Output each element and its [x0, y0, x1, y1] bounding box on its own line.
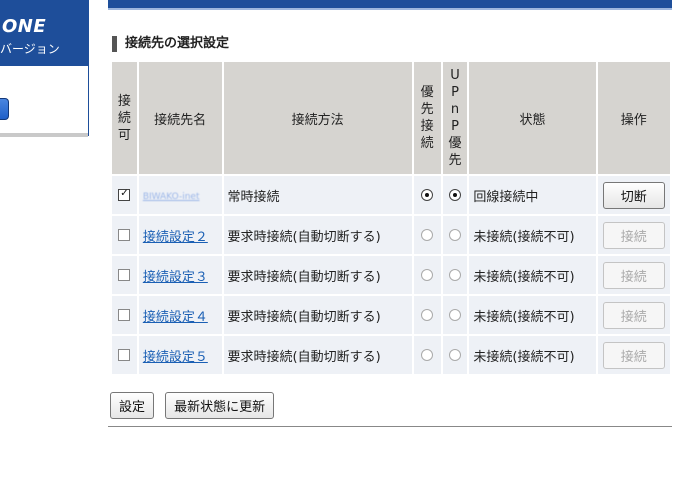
connection-name-link[interactable]: 接続設定５	[143, 350, 208, 365]
cell-status: 未接続(接続不可)	[469, 256, 596, 294]
cell-enable	[112, 336, 137, 374]
cell-priority	[413, 176, 441, 214]
cell-priority	[413, 216, 441, 254]
sidebar-divider	[0, 133, 88, 137]
cell-upnp	[442, 336, 468, 374]
col-upnp: UPnP優先	[442, 62, 468, 174]
upnp-radio[interactable]	[449, 269, 462, 281]
table-row: 接続設定５ 要求時接続(自動切断する) 未接続(接続不可) 接続	[112, 336, 670, 374]
priority-radio[interactable]	[421, 189, 434, 201]
cell-method: 常時接続	[223, 176, 412, 214]
cell-action: 接続	[597, 296, 670, 334]
enable-checkbox[interactable]	[118, 309, 131, 321]
cell-method: 要求時接続(自動切断する)	[223, 296, 412, 334]
cell-action: 接続	[597, 256, 670, 294]
cell-action: 接続	[597, 336, 670, 374]
enable-checkbox[interactable]	[118, 189, 131, 201]
priority-radio[interactable]	[421, 229, 434, 241]
cell-priority	[413, 296, 441, 334]
cell-upnp	[442, 256, 468, 294]
header-upnp: UPnP優先	[448, 68, 462, 168]
bottom-divider	[108, 426, 672, 427]
enable-checkbox[interactable]	[118, 269, 131, 281]
enable-checkbox[interactable]	[118, 349, 131, 361]
header-priority: 優先接続	[420, 85, 434, 151]
sidebar-button[interactable]	[0, 98, 9, 120]
priority-radio[interactable]	[421, 349, 434, 361]
header-enable: 接続可	[117, 93, 131, 143]
connection-name-link[interactable]: 接続設定２	[143, 230, 208, 245]
connect-button[interactable]: 接続	[602, 301, 665, 329]
upnp-radio[interactable]	[449, 309, 462, 321]
connection-name-link[interactable]: BIWAKO-inet	[143, 192, 200, 202]
form-buttons: 設定 最新状態に更新	[110, 392, 280, 419]
cell-upnp	[442, 176, 468, 214]
connect-button[interactable]: 接続	[602, 341, 665, 369]
col-status: 状態	[469, 62, 596, 174]
cell-priority	[413, 336, 441, 374]
cell-name: 接続設定２	[138, 216, 222, 254]
section-title: 接続先の選択設定	[112, 36, 229, 52]
connection-name-link[interactable]: 接続設定３	[143, 270, 208, 285]
cell-status: 未接続(接続不可)	[469, 216, 596, 254]
cell-action: 切断	[597, 176, 670, 214]
cell-method: 要求時接続(自動切断する)	[223, 256, 412, 294]
cell-status: 未接続(接続不可)	[469, 336, 596, 374]
upnp-radio[interactable]	[449, 189, 462, 201]
connect-button[interactable]: 接続	[602, 261, 665, 289]
cell-name: 接続設定３	[138, 256, 222, 294]
cell-method: 要求時接続(自動切断する)	[223, 216, 412, 254]
table-row: 接続設定４ 要求時接続(自動切断する) 未接続(接続不可) 接続	[112, 296, 670, 334]
table-row: 接続設定３ 要求時接続(自動切断する) 未接続(接続不可) 接続	[112, 256, 670, 294]
enable-checkbox[interactable]	[118, 229, 131, 241]
cell-name: 接続設定４	[138, 296, 222, 334]
cell-name: BIWAKO-inet	[138, 176, 222, 214]
col-method: 接続方法	[223, 62, 412, 174]
connection-name-link[interactable]: 接続設定４	[143, 310, 208, 325]
sidebar-header: ONE バージョン	[0, 0, 88, 66]
table-row: 接続設定２ 要求時接続(自動切断する) 未接続(接続不可) 接続	[112, 216, 670, 254]
col-action: 操作	[597, 62, 670, 174]
cell-status: 未接続(接続不可)	[469, 296, 596, 334]
refresh-button[interactable]: 最新状態に更新	[165, 392, 275, 419]
priority-radio[interactable]	[421, 269, 434, 281]
upnp-radio[interactable]	[449, 349, 462, 361]
cell-method: 要求時接続(自動切断する)	[223, 336, 412, 374]
cell-enable	[112, 296, 137, 334]
col-priority: 優先接続	[413, 62, 441, 174]
product-logo: ONE	[2, 16, 47, 37]
cell-action: 接続	[597, 216, 670, 254]
cell-upnp	[442, 216, 468, 254]
cell-upnp	[442, 296, 468, 334]
cell-enable	[112, 256, 137, 294]
apply-button[interactable]: 設定	[110, 392, 155, 419]
header-bar	[108, 0, 672, 10]
cell-name: 接続設定５	[138, 336, 222, 374]
upnp-radio[interactable]	[449, 229, 462, 241]
table-row: BIWAKO-inet 常時接続 回線接続中切断	[112, 176, 670, 214]
disconnect-button[interactable]: 切断	[602, 181, 665, 209]
version-label: バージョン	[0, 42, 60, 56]
sidebar-panel: ONE バージョン	[0, 0, 89, 136]
cell-enable	[112, 176, 137, 214]
cell-enable	[112, 216, 137, 254]
col-name: 接続先名	[138, 62, 222, 174]
connect-button[interactable]: 接続	[602, 221, 665, 249]
priority-radio[interactable]	[421, 309, 434, 321]
cell-priority	[413, 256, 441, 294]
cell-status: 回線接続中	[469, 176, 596, 214]
col-enable: 接続可	[112, 62, 137, 174]
connection-table: 接続可 接続先名 接続方法 優先接続 UPnP優先 状態 操作 BIWAKO-i…	[110, 60, 672, 376]
